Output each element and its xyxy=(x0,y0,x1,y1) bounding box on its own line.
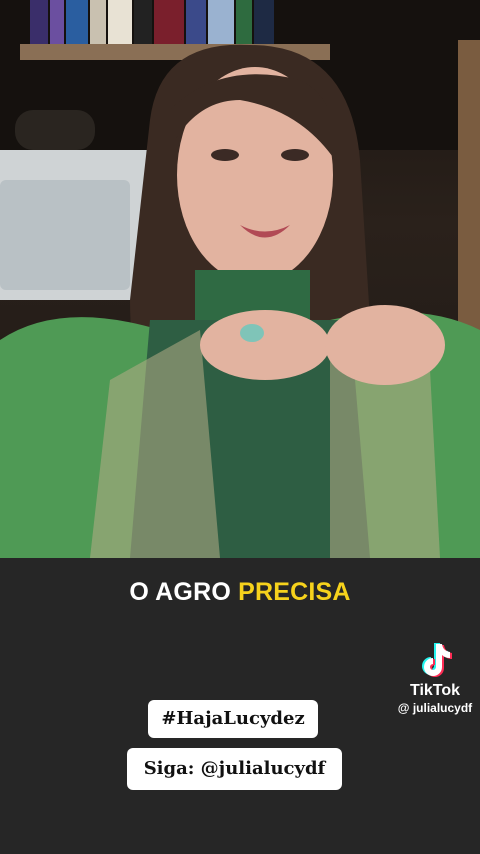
hashtag-label: #HajaLucydez xyxy=(148,700,318,738)
speaker-figure xyxy=(0,44,480,558)
video-frame[interactable] xyxy=(0,0,480,558)
tiktok-watermark: TikTok @ julialucydf xyxy=(390,640,480,715)
tiktok-brand-label: TikTok xyxy=(409,682,461,699)
tiktok-logo-icon xyxy=(422,643,452,677)
tiktok-handle-label: @ julialucydf xyxy=(397,701,473,715)
subtitle-caption: O AGRO PRECISA xyxy=(0,578,480,607)
follow-label: Siga: @julialucydf xyxy=(127,748,342,790)
caption-white-text: O AGRO xyxy=(129,578,231,606)
caption-highlight-text: PRECISA xyxy=(238,578,351,606)
